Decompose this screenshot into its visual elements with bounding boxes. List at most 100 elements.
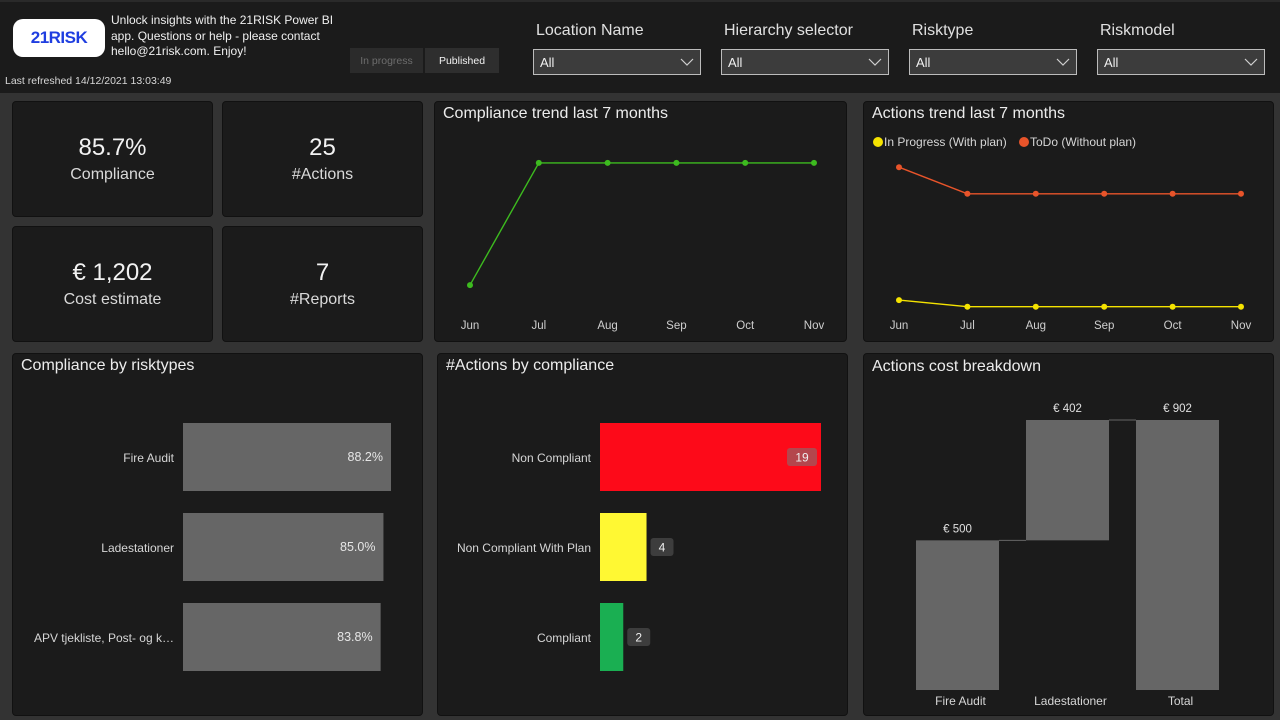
data-point: [1238, 190, 1244, 197]
compliance-trend-card[interactable]: Compliance trend last 7 months Jun Jul Aug…: [434, 101, 847, 342]
21risk-logo: 21RISK: [13, 19, 105, 57]
legend-label: ToDo (Without plan): [1030, 135, 1136, 149]
data-point: [964, 303, 971, 310]
published-toggle[interactable]: Published: [425, 48, 499, 73]
slicer-label: Risktype: [912, 22, 974, 39]
slicer-label: Riskmodel: [1100, 22, 1175, 39]
slicer-riskmodel: Riskmodel All: [1097, 22, 1265, 75]
data-point: [673, 159, 680, 166]
kpi-value: 25: [309, 134, 336, 161]
x-tick-label: Oct: [1164, 320, 1183, 332]
legend-label: In Progress (With plan): [884, 135, 1007, 149]
category-label: Compliant: [537, 631, 592, 645]
compliance-by-risktypes-chart: Fire Audit 88.2% Ladestationer 85.0% APV tje…: [34, 423, 391, 671]
data-point: [742, 159, 749, 166]
last-refreshed: Last refreshed 14/12/2021 13:03:49: [5, 75, 172, 87]
legend-marker-icon: [873, 137, 883, 147]
data-point: [1032, 303, 1039, 310]
category-label: Non Compliant: [512, 451, 592, 465]
data-label: 88.2%: [348, 450, 383, 464]
bar: [1026, 420, 1109, 541]
data-label: 85.0%: [340, 540, 375, 554]
data-point: [1169, 190, 1176, 197]
riskmodel-dropdown[interactable]: All: [1097, 49, 1265, 75]
data-point: [467, 282, 473, 289]
kpi-value: 7: [315, 259, 330, 286]
data-point: [811, 159, 817, 166]
bar: [1136, 420, 1219, 690]
data-point: [896, 297, 902, 304]
kpi-caption: #Reports: [290, 291, 355, 308]
x-tick-label: Jul: [531, 320, 546, 332]
data-label: € 902: [1163, 403, 1192, 415]
category-label: APV tjekliste, Post- og k…: [34, 631, 174, 645]
actions-cost-breakdown-card[interactable]: Actions cost breakdown € 500 Fire Audit € …: [863, 353, 1274, 716]
data-point: [1238, 303, 1244, 310]
x-tick-label: Sep: [1094, 320, 1114, 332]
dropdown-value: All: [728, 54, 743, 70]
x-tick-label: Nov: [1231, 320, 1252, 332]
dropdown-value: All: [1104, 54, 1119, 70]
hierarchy-selector-dropdown[interactable]: All: [721, 49, 889, 75]
intro-text: Unlock insights with the 21RISK Power BI…: [111, 13, 334, 58]
bar: [600, 603, 624, 671]
report-header: 21RISK Unlock insights with the 21RISK P…: [0, 0, 1280, 93]
bar: [916, 540, 999, 690]
location-name-dropdown[interactable]: All: [533, 49, 701, 75]
kpi-card-actions[interactable]: 25 #Actions: [222, 101, 423, 217]
slicer-location-name: Location Name All: [533, 22, 701, 75]
data-label: 4: [659, 541, 666, 555]
category-label: Ladestationer: [101, 541, 174, 555]
dropdown-value: All: [540, 54, 555, 70]
data-point: [896, 164, 902, 171]
risktype-dropdown[interactable]: All: [909, 49, 1077, 75]
x-tick-label: Sep: [666, 320, 686, 332]
actions-by-compliance-card[interactable]: #Actions by compliance Non Compliant 19 No…: [437, 353, 848, 716]
kpi-caption: Compliance: [70, 166, 155, 183]
category-label: Ladestationer: [1034, 694, 1107, 708]
chevron-down-icon: [1056, 58, 1070, 66]
bar: [600, 513, 647, 581]
data-point: [604, 159, 611, 166]
kpi-card-compliance[interactable]: 85.7% Compliance: [12, 101, 213, 217]
kpi-caption: #Actions: [291, 166, 354, 183]
data-point: [535, 159, 542, 166]
actions-by-compliance-chart: Non Compliant 19 Non Compliant With Plan 4 C…: [457, 423, 821, 671]
in-progress-toggle[interactable]: In progress: [350, 48, 423, 73]
x-tick-label: Nov: [804, 320, 825, 332]
chevron-down-icon: [680, 58, 694, 66]
actions-cost-breakdown-chart: € 500 Fire Audit € 402 Ladestationer € 902 To…: [916, 403, 1219, 708]
x-tick-label: Jun: [461, 320, 480, 332]
kpi-card-cost-estimate[interactable]: € 1,202 Cost estimate: [12, 226, 213, 342]
x-tick-label: Jun: [890, 320, 909, 332]
slicer-hierarchy-selector: Hierarchy selector All: [721, 22, 889, 75]
data-point: [1169, 303, 1176, 310]
category-label: Total: [1168, 694, 1193, 708]
data-point: [964, 190, 971, 197]
series-line-in-progress-with-plan-: [898, 299, 1241, 308]
kpi-value: 85.7%: [78, 134, 147, 161]
x-tick-label: Oct: [736, 320, 755, 332]
kpi-card-reports[interactable]: 7 #Reports: [222, 226, 423, 342]
compliance-by-risktypes-card[interactable]: Compliance by risktypes Fire Audit 88.2% L…: [12, 353, 423, 716]
kpi-caption: Cost estimate: [63, 291, 162, 308]
slicer-label: Location Name: [536, 22, 644, 39]
dropdown-value: All: [916, 54, 931, 70]
data-label: 2: [635, 631, 642, 645]
category-label: Non Compliant With Plan: [457, 541, 591, 555]
actions-trend-chart: In Progress (With plan) ToDo (Without pla…: [873, 135, 1252, 332]
data-point: [1032, 190, 1039, 197]
data-point: [1101, 190, 1108, 197]
data-point: [1101, 303, 1108, 310]
data-label: € 500: [943, 523, 972, 535]
data-label: 83.8%: [337, 630, 372, 644]
compliance-trend-chart: Jun Jul Aug Sep Oct Nov: [461, 159, 825, 332]
actions-trend-card[interactable]: Actions trend last 7 months In Progress …: [863, 101, 1274, 342]
chevron-down-icon: [868, 58, 882, 66]
chevron-down-icon: [1244, 58, 1258, 66]
category-label: Fire Audit: [123, 451, 174, 465]
x-tick-label: Jul: [960, 320, 975, 332]
x-tick-label: Aug: [1026, 320, 1046, 332]
x-tick-label: Aug: [597, 320, 617, 332]
legend-marker-icon: [1019, 137, 1029, 147]
